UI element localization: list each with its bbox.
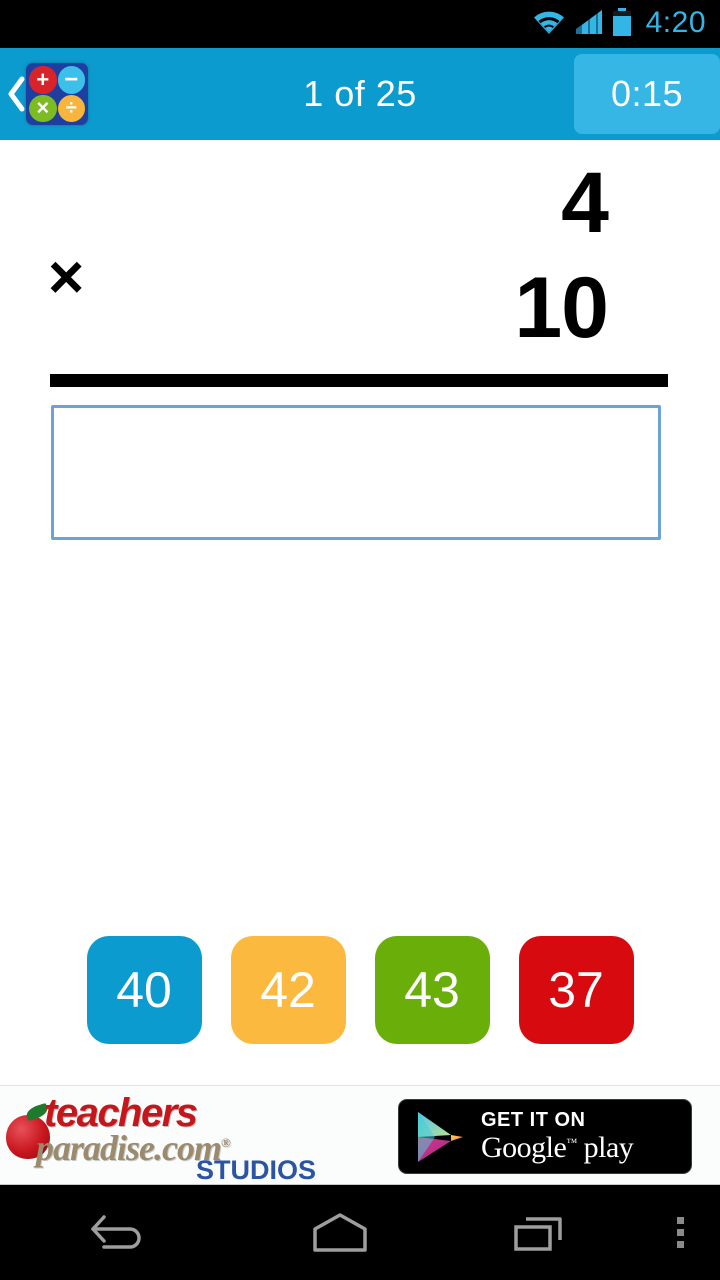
ad-banner[interactable]: teachers paradise.com® STUDIOS GET IT ON… (0, 1085, 720, 1185)
home-nav-icon (313, 1212, 367, 1252)
brand-line-2-text: paradise.com (36, 1128, 222, 1168)
nav-overflow-menu-button[interactable] (640, 1185, 720, 1280)
badge-store-google: Google (481, 1131, 567, 1164)
recents-nav-icon (514, 1216, 562, 1251)
answer-choice-4[interactable]: 37 (518, 936, 634, 1044)
operand-bottom: 10 (514, 260, 609, 356)
battery-icon (612, 7, 632, 41)
google-play-badge[interactable]: GET IT ON Google™ play (398, 1099, 692, 1174)
badge-trademark: ™ (566, 1137, 577, 1149)
status-bar-clock: 4:20 (645, 6, 706, 39)
nav-back-button[interactable] (0, 1185, 240, 1280)
equation-rule (50, 374, 668, 387)
answer-choice-3[interactable]: 43 (374, 936, 490, 1044)
answer-input[interactable] (51, 405, 661, 540)
registered-mark: ® (220, 1135, 231, 1150)
badge-store-name: Google™ play (481, 1131, 634, 1164)
android-status-bar: 4:20 (0, 0, 720, 48)
advertiser-logo: teachers paradise.com® STUDIOS (0, 1085, 390, 1185)
operand-top: 4 (561, 155, 609, 251)
overflow-dot-1 (676, 1217, 684, 1224)
answer-choice-2[interactable]: 42 (230, 936, 346, 1044)
multiply-operator-icon: × (48, 243, 85, 312)
badge-get-it-on: GET IT ON (481, 1109, 586, 1131)
badge-text: GET IT ON Google™ play (481, 1109, 634, 1164)
android-nav-bar (0, 1185, 720, 1280)
back-nav-icon (91, 1214, 141, 1249)
badge-store-play: play (583, 1131, 634, 1164)
nav-recents-button[interactable] (440, 1185, 640, 1280)
overflow-dot-2 (676, 1229, 684, 1236)
app-header-bar: + − × ÷ 1 of 25 0:15 (0, 48, 720, 140)
wifi-icon (532, 9, 566, 40)
cellular-signal-icon (574, 9, 604, 40)
answer-choice-1[interactable]: 40 (86, 936, 202, 1044)
nav-home-button[interactable] (240, 1185, 440, 1280)
overflow-dot-3 (676, 1241, 684, 1248)
brand-line-3: STUDIOS (196, 1155, 317, 1185)
phone-screen: 4:20 + − × ÷ 1 of 25 0:15 4 × 10 40 42 4… (0, 0, 720, 1280)
problem-area: 4 × 10 40 42 43 37 (0, 140, 720, 1085)
google-play-triangle-icon (418, 1111, 463, 1162)
timer-button[interactable]: 0:15 (574, 54, 720, 134)
answer-choices: 40 42 43 37 (0, 936, 720, 1044)
